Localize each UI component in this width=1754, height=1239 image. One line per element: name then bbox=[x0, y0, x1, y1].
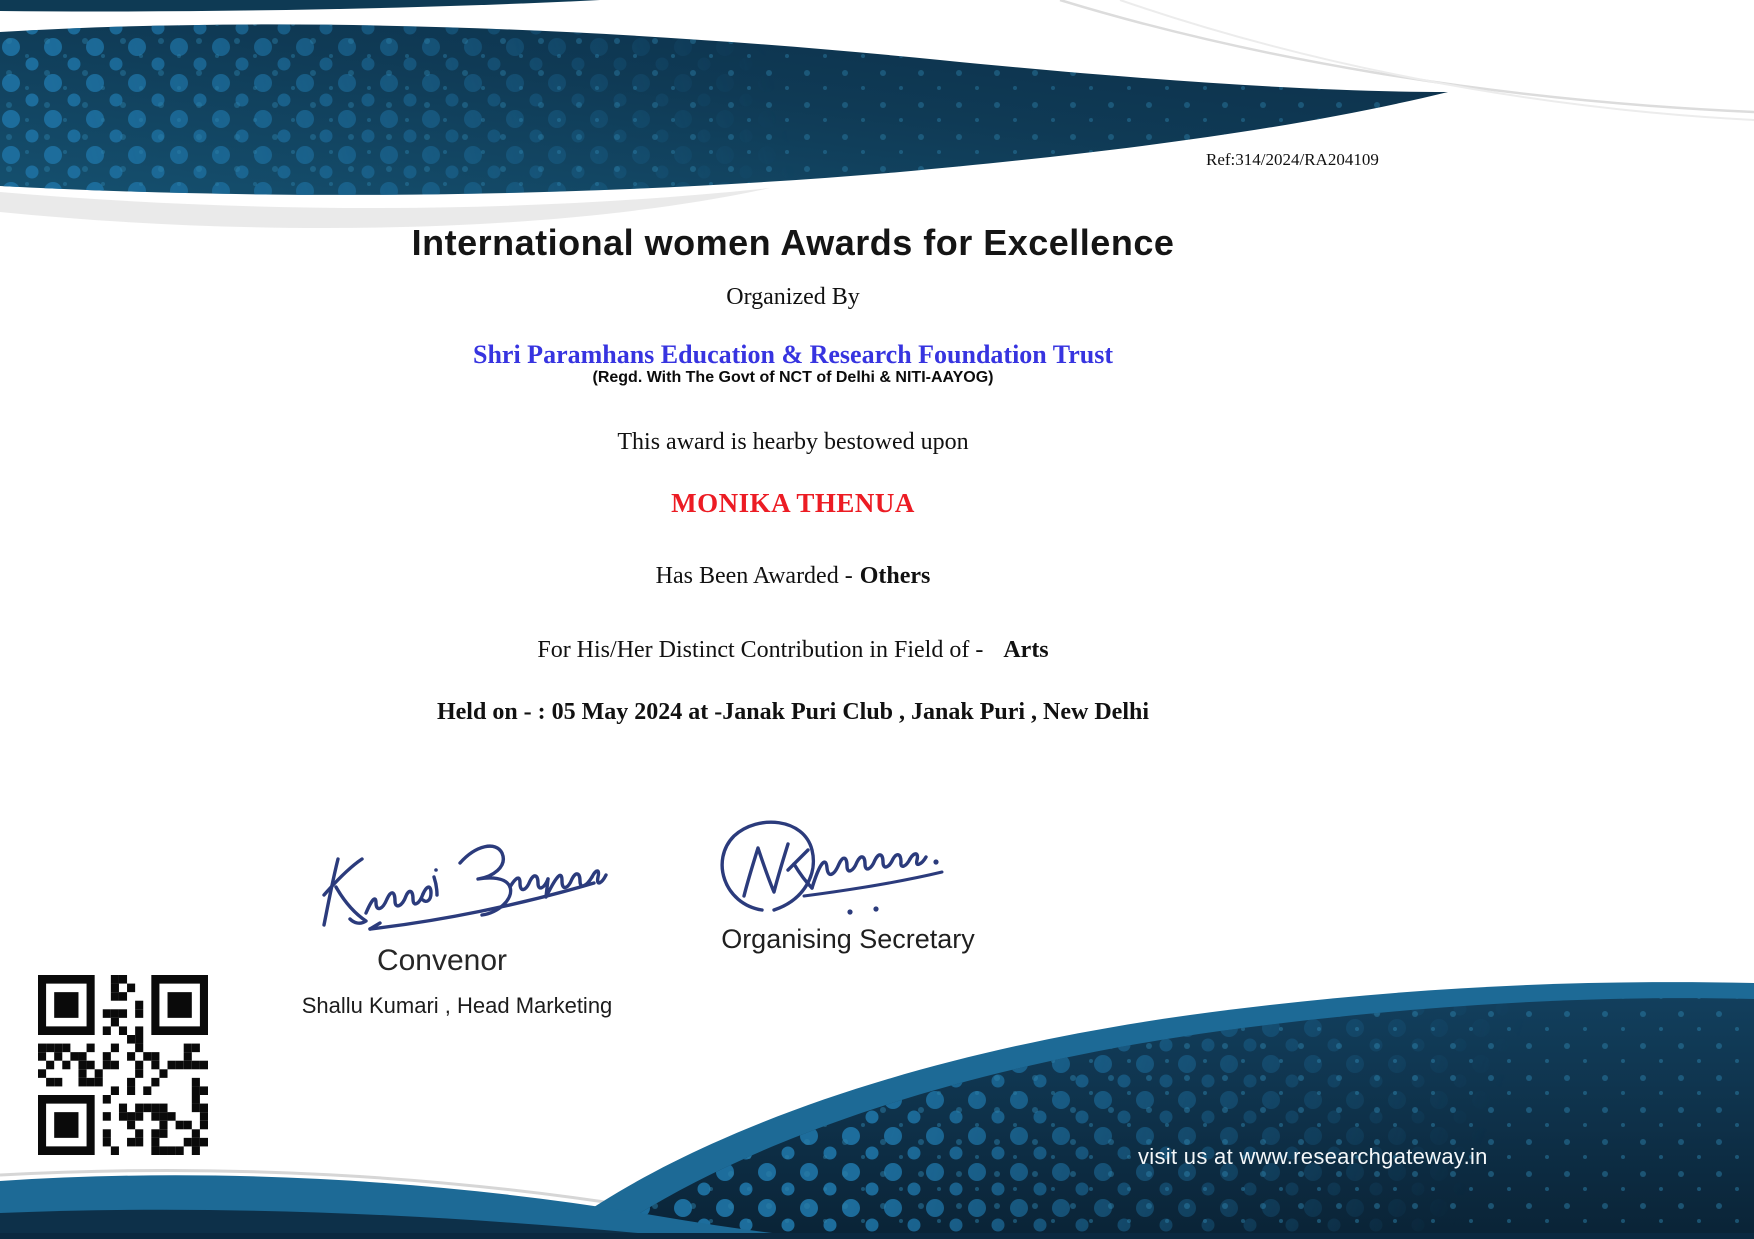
contribution-label: For His/Her Distinct Contribution in Fie… bbox=[537, 637, 983, 663]
reference-number: Ref:314/2024/RA204109 bbox=[1206, 150, 1379, 170]
convenor-signatory-name: Shallu Kumari , Head Marketing bbox=[282, 993, 632, 1019]
organization-name: Shri Paramhans Education & Research Foun… bbox=[0, 340, 1586, 370]
organising-secretary-signature-icon bbox=[700, 812, 955, 924]
recipient-name: MONIKA THENUA bbox=[0, 488, 1586, 519]
organising-secretary-role-label: Organising Secretary bbox=[718, 924, 978, 955]
awarded-value: Others bbox=[860, 563, 931, 589]
bestowed-line: This award is hearby bestowed upon bbox=[0, 429, 1586, 456]
convenor-signature-icon bbox=[310, 833, 610, 941]
qr-code-icon bbox=[38, 975, 208, 1155]
organized-by-label: Organized By bbox=[0, 284, 1586, 311]
certificate-page: Ref:314/2024/RA204109 International wome… bbox=[0, 0, 1754, 1239]
organization-registration: (Regd. With The Govt of NCT of Delhi & N… bbox=[0, 369, 1586, 387]
certificate-title: International women Awards for Excellenc… bbox=[0, 222, 1586, 264]
contribution-line: For His/Her Distinct Contribution in Fie… bbox=[0, 637, 1586, 664]
bottom-wave-decoration bbox=[0, 909, 1754, 1239]
held-on-line: Held on - : 05 May 2024 at -Janak Puri C… bbox=[0, 699, 1586, 726]
convenor-role-label: Convenor bbox=[332, 944, 552, 978]
contribution-value: Arts bbox=[1003, 637, 1048, 663]
footer-website-note: visit us at www.researchgateway.in bbox=[1138, 1144, 1488, 1170]
awarded-line: Has Been Awarded - Others bbox=[0, 563, 1586, 590]
awarded-label: Has Been Awarded - bbox=[656, 563, 853, 589]
